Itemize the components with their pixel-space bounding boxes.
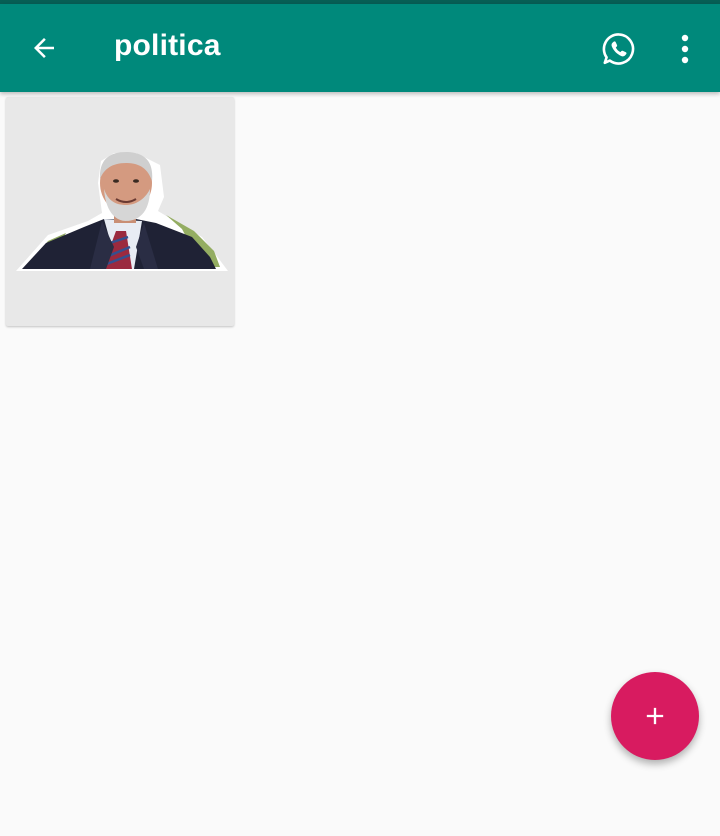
add-icon — [646, 707, 664, 725]
whatsapp-icon — [602, 33, 635, 65]
more-vert-icon — [681, 34, 689, 64]
add-sticker-fab[interactable] — [611, 672, 699, 760]
add-to-whatsapp-button[interactable] — [594, 24, 644, 74]
sticker-image — [16, 152, 228, 271]
app-bar: politica — [0, 4, 720, 92]
sticker-item[interactable] — [6, 97, 234, 326]
arrow-back-icon — [34, 38, 54, 58]
more-options-button[interactable] — [664, 24, 706, 74]
back-button[interactable] — [18, 24, 70, 72]
page-title: politica — [114, 29, 221, 62]
